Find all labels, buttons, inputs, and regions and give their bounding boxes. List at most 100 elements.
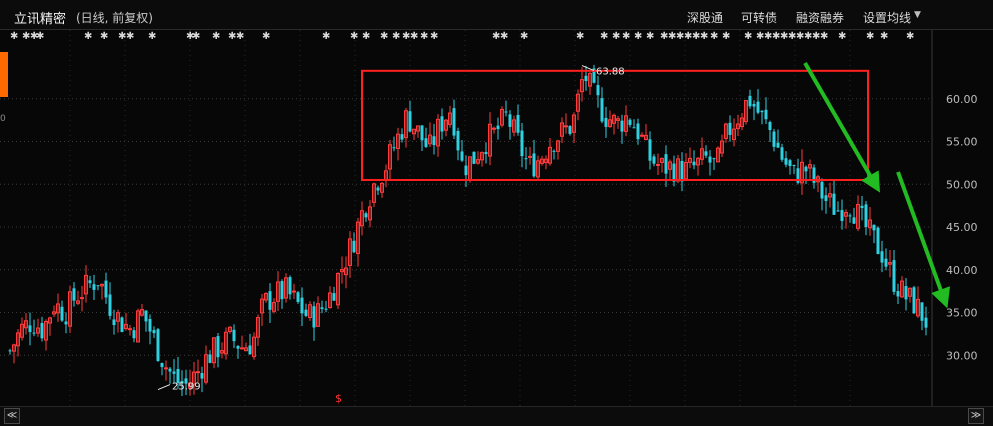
- candle-body-down: [780, 147, 784, 160]
- event-star-icon: ✱: [380, 31, 388, 42]
- margin-trading-button[interactable]: 融资融券: [796, 9, 844, 26]
- event-star-icon: ✱: [880, 31, 888, 42]
- candle-body-down: [320, 307, 324, 309]
- event-star-icon: ✱: [906, 31, 914, 42]
- candle-body-down: [680, 160, 684, 182]
- candle-body-down: [520, 130, 524, 157]
- convertible-bond-button[interactable]: 可转债: [741, 9, 777, 26]
- event-star-icon: ✱: [148, 31, 156, 42]
- candle-body-down: [452, 108, 456, 136]
- candle-body-down: [508, 114, 512, 127]
- candle-body-down: [208, 354, 212, 363]
- candle-body-down: [840, 210, 844, 221]
- event-star-icon: ✱: [710, 31, 718, 42]
- chart-mode-subtitle: (日线, 前复权): [76, 11, 153, 25]
- candle-body-down: [168, 368, 172, 372]
- candle-body-down: [896, 291, 900, 297]
- annotation-pointer: [157, 384, 171, 390]
- candle-body-down: [400, 134, 404, 140]
- candle-body-down: [880, 251, 884, 263]
- chart-overlays: 63.88 25.99 $: [157, 61, 950, 405]
- candle-body-down: [924, 317, 928, 328]
- event-star-icon: ✱: [350, 31, 358, 42]
- candle-body-down: [836, 210, 840, 212]
- candle-body-down: [496, 125, 500, 130]
- price-tick-label: 50.00: [946, 178, 978, 191]
- candle-body-down: [620, 120, 624, 132]
- candle-body-up: [492, 127, 496, 130]
- candle-body-up: [292, 290, 296, 293]
- high-price-label: 63.88: [596, 67, 625, 78]
- scroll-left-button[interactable]: ≪: [4, 408, 20, 424]
- moving-average-settings-button[interactable]: 设置均线: [863, 9, 911, 26]
- event-star-icon: ✱: [838, 31, 846, 42]
- candle-body-down: [376, 187, 380, 191]
- candle-body-down: [552, 150, 556, 152]
- candle-body-down: [820, 181, 824, 199]
- candle-body-down: [392, 147, 396, 149]
- candle-body-down: [472, 151, 476, 164]
- candle-body-down: [144, 310, 148, 322]
- event-star-icon: ✱: [100, 31, 108, 42]
- chart-grid: [0, 30, 933, 406]
- candle-body-down: [92, 284, 96, 290]
- candle-body-down: [712, 158, 716, 160]
- candle-body-down: [756, 101, 760, 113]
- candle-body-down: [876, 227, 880, 255]
- candle-body-down: [200, 373, 204, 379]
- candle-body-down: [268, 291, 272, 310]
- candle-body-up: [640, 134, 644, 137]
- candle-body-down: [636, 123, 640, 140]
- candle-body-down: [280, 281, 284, 300]
- candle-body-down: [28, 325, 32, 333]
- candle-body-down: [216, 336, 220, 358]
- candle-body-down: [832, 193, 836, 215]
- candle-body-down: [40, 323, 44, 339]
- candle-body-down: [884, 258, 888, 267]
- event-star-icon: ✱: [646, 31, 654, 42]
- low-price-label: 25.99: [172, 382, 201, 393]
- candle-body-down: [248, 345, 252, 355]
- candle-body-down: [692, 161, 696, 166]
- chevron-down-icon[interactable]: ▼: [914, 10, 921, 20]
- candle-body-down: [728, 122, 732, 135]
- candlestick-chart[interactable]: 63.88 25.99 $ 60.00 55.00 50.00 45.00 40.00 35.…: [0, 30, 993, 406]
- event-star-icon: ✱: [430, 31, 438, 42]
- candle-body-down: [848, 215, 852, 217]
- candle-body-up: [528, 155, 532, 158]
- candle-body-down: [148, 318, 152, 332]
- candle-body-down: [704, 151, 708, 156]
- event-star-icon: ✱: [420, 31, 428, 42]
- candle-body-down: [332, 293, 336, 301]
- event-star-icon: ✱: [392, 31, 400, 42]
- event-star-icon: ✱: [212, 31, 220, 42]
- candle-body-down: [772, 131, 776, 147]
- scroll-right-button[interactable]: ≫: [968, 408, 984, 424]
- event-star-icon: ✱: [612, 31, 620, 42]
- candle-body-down: [672, 163, 676, 182]
- candle-body-down: [160, 362, 164, 368]
- candle-body-down: [860, 205, 864, 208]
- candle-body-down: [768, 122, 772, 131]
- event-star-icon: ✱: [700, 31, 708, 42]
- candle-body-down: [824, 195, 828, 201]
- candle-body-down: [460, 151, 464, 161]
- candle-body-down: [760, 110, 764, 113]
- event-star-icon: ✱: [634, 31, 642, 42]
- candle-body-down: [784, 158, 788, 165]
- candle-body-down: [364, 213, 368, 218]
- candle-body-down: [120, 317, 124, 332]
- candle-body-down: [60, 306, 64, 321]
- event-star-icon: ✱: [600, 31, 608, 42]
- candle-body-down: [312, 306, 316, 328]
- candle-body-up: [164, 367, 168, 370]
- event-star-icon: ✱: [744, 31, 752, 42]
- bottom-scrollbar[interactable]: [0, 406, 993, 426]
- event-star-icon: ✱: [722, 31, 730, 42]
- candle-body-down: [748, 95, 752, 107]
- event-star-icon: ✱: [410, 31, 418, 42]
- candle-body-down: [232, 329, 236, 342]
- candle-body-down: [172, 371, 176, 374]
- price-tick-label: 30.00: [946, 349, 978, 362]
- hk-connect-button[interactable]: 深股通: [687, 9, 723, 26]
